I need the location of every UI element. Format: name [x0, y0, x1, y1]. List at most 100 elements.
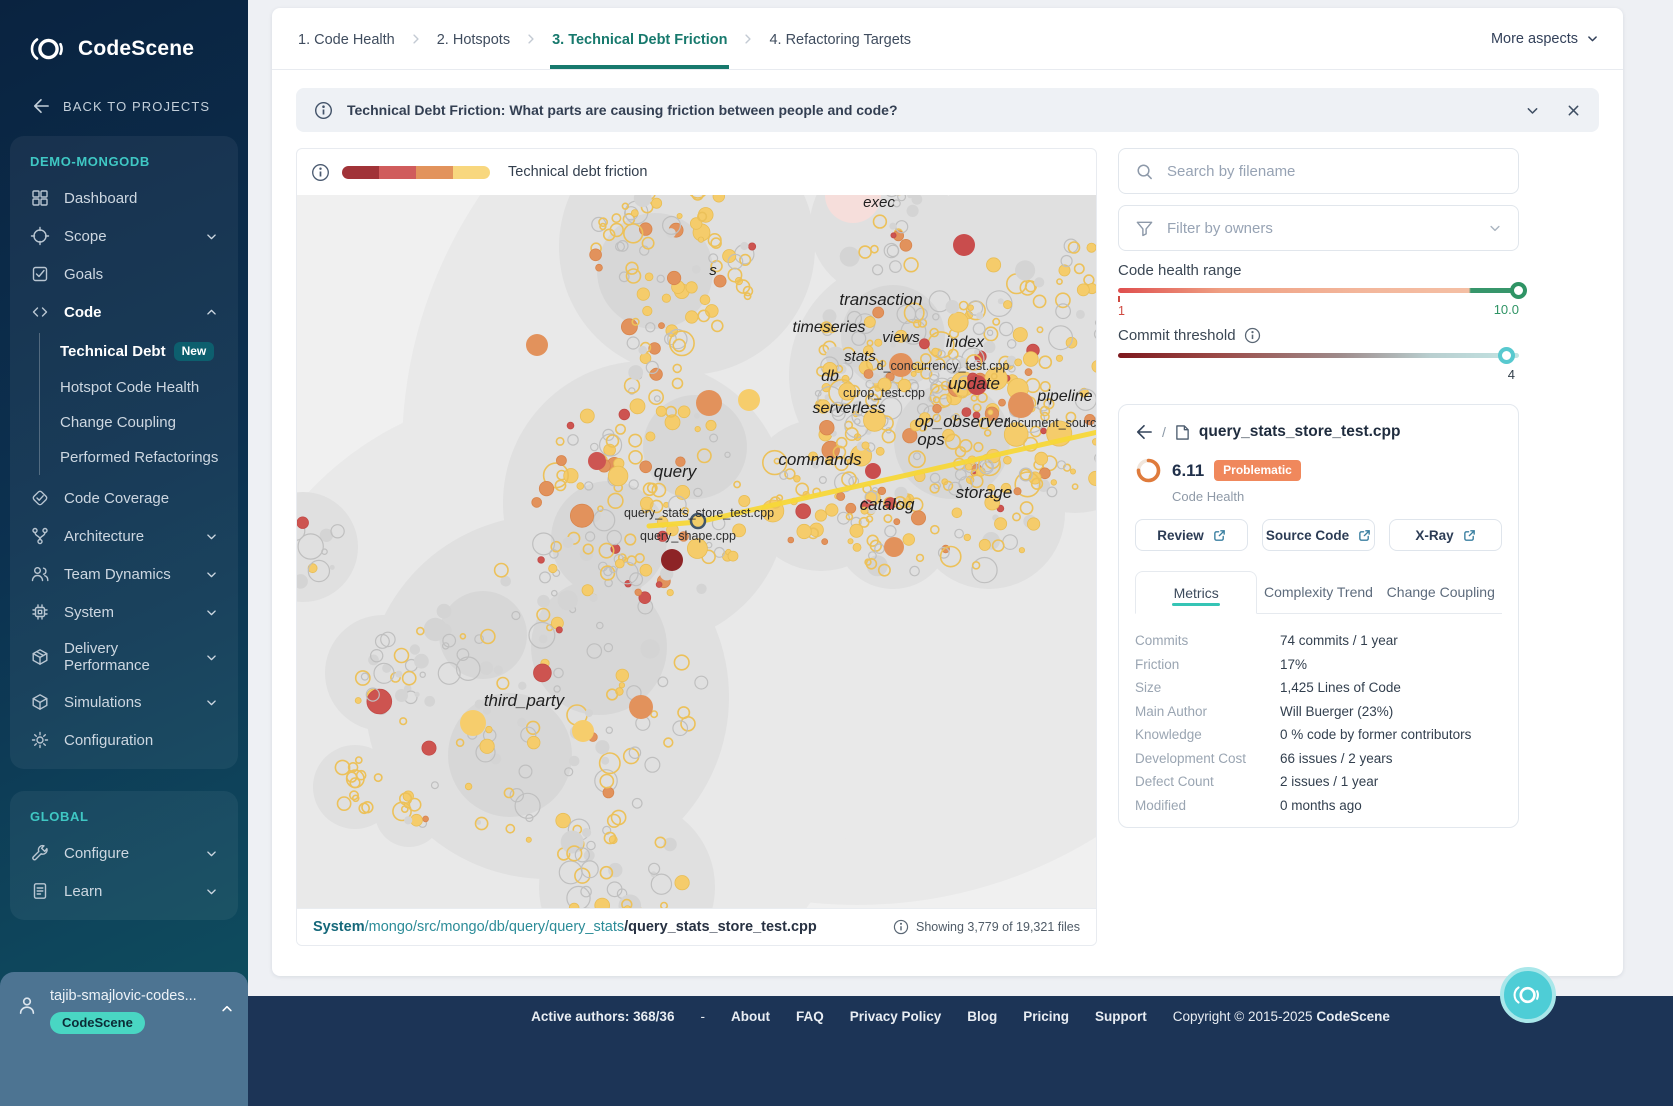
sidebar-item-team-dynamics[interactable]: Team Dynamics: [20, 555, 228, 593]
sidebar-subitem-change-coupling[interactable]: Change Coupling: [40, 405, 228, 440]
project-nav: DEMO-MONGODB DashboardScopeGoalsCodeTech…: [10, 136, 238, 769]
owner-filter-input[interactable]: [1167, 220, 1475, 237]
sidebar-item-label: Architecture: [64, 528, 144, 545]
metric-label: Development Cost: [1135, 751, 1280, 766]
info-banner: Technical Debt Friction: What parts are …: [296, 88, 1599, 132]
range-max-label: 10.0: [1118, 302, 1519, 317]
chevron-down-icon[interactable]: [205, 606, 218, 619]
sidebar-item-code-coverage[interactable]: Code Coverage: [20, 479, 228, 517]
sidebar-item-simulations[interactable]: Simulations: [20, 683, 228, 721]
svg-text:index: index: [946, 334, 985, 351]
sidebar-item-scope[interactable]: Scope: [20, 217, 228, 255]
coverage-icon: [30, 488, 50, 508]
code-health-range-slider[interactable]: 1: [1118, 288, 1519, 293]
search-input[interactable]: [1167, 163, 1502, 180]
sidebar-item-dashboard[interactable]: Dashboard: [20, 179, 228, 217]
button-label: X-Ray: [1415, 528, 1453, 543]
commit-threshold-slider[interactable]: [1118, 353, 1519, 358]
review-button[interactable]: Review: [1135, 519, 1248, 551]
back-to-projects-link[interactable]: BACK TO PROJECTS: [0, 64, 248, 114]
sidebar-item-label: Delivery Performance: [64, 640, 191, 674]
metric-label: Size: [1135, 680, 1280, 695]
metric-label: Main Author: [1135, 704, 1280, 719]
source-code-button[interactable]: Source Code: [1262, 519, 1375, 551]
sidebar-subitem-label: Performed Refactorings: [60, 449, 218, 466]
sidebar-item-goals[interactable]: Goals: [20, 255, 228, 293]
sidebar-subitem-technical-debt[interactable]: Technical DebtNew: [40, 333, 228, 370]
search-icon: [1135, 162, 1154, 181]
footer-link-privacy-policy[interactable]: Privacy Policy: [850, 1009, 942, 1024]
sidebar-subitem-performed-refactorings[interactable]: Performed Refactorings: [40, 440, 228, 475]
chevron-down-icon[interactable]: [205, 885, 218, 898]
chevron-down-icon[interactable]: [205, 651, 218, 664]
more-aspects-dropdown[interactable]: More aspects: [1491, 31, 1599, 47]
commit-threshold-handle[interactable]: [1498, 347, 1515, 364]
sidebar-item-configuration[interactable]: Configuration: [20, 721, 228, 759]
showing-info-icon: [893, 919, 909, 935]
path-system-link[interactable]: System: [313, 919, 365, 935]
footer-link-about[interactable]: About: [731, 1009, 770, 1024]
footer-link-blog[interactable]: Blog: [967, 1009, 997, 1024]
code-health-range-handle[interactable]: [1510, 282, 1527, 299]
sidebar-item-code[interactable]: Code: [20, 293, 228, 331]
sidebar-item-configure[interactable]: Configure: [20, 834, 228, 872]
svg-text:commands: commands: [778, 450, 862, 469]
codescene-logo-icon: [30, 34, 68, 64]
sidebar-item-architecture[interactable]: Architecture: [20, 517, 228, 555]
content-card: 1. Code Health 2. Hotspots 3. Technical De…: [272, 8, 1623, 976]
button-label: Review: [1157, 528, 1204, 543]
footer-separator: -: [700, 1009, 705, 1024]
sidebar-item-learn[interactable]: Learn: [20, 872, 228, 910]
banner-close-icon[interactable]: [1566, 103, 1581, 118]
step-tab-2[interactable]: 2. Hotspots: [435, 8, 512, 69]
friction-bubble-chart[interactable]: execstransactiontimeseriesviewsindexstat…: [297, 195, 1097, 908]
sidebar-item-label: Simulations: [64, 694, 142, 711]
metric-value: 2 issues / 1 year: [1280, 774, 1378, 789]
external-link-icon: [1463, 529, 1476, 542]
chevron-down-icon[interactable]: [205, 530, 218, 543]
step-tab-1[interactable]: 1. Code Health: [296, 8, 397, 69]
chat-widget-button[interactable]: [1500, 967, 1556, 1023]
metrics-table: Commits74 commits / 1 yearFriction17%Siz…: [1135, 629, 1502, 817]
user-card[interactable]: tajib-smajlovic-codes... CodeScene: [0, 972, 248, 1106]
x-ray-button[interactable]: X-Ray: [1389, 519, 1502, 551]
legend-segment: [379, 166, 416, 179]
chevron-down-icon[interactable]: [205, 696, 218, 709]
svg-text:db: db: [821, 368, 839, 385]
step-tab-4[interactable]: 4. Refactoring Targets: [767, 8, 913, 69]
tab-change-coupling[interactable]: Change Coupling: [1380, 571, 1502, 613]
svg-text:stats: stats: [844, 348, 876, 365]
back-arrow-icon[interactable]: [1135, 424, 1153, 440]
sidebar-item-delivery-performance[interactable]: Delivery Performance: [20, 631, 228, 683]
commit-threshold-info-icon[interactable]: [1244, 327, 1261, 344]
step-tab-3[interactable]: 3. Technical Debt Friction: [550, 8, 729, 69]
chart-info-icon[interactable]: [311, 163, 330, 182]
chevron-down-icon[interactable]: [205, 230, 218, 243]
footer-link-pricing[interactable]: Pricing: [1023, 1009, 1069, 1024]
chevron-down-icon[interactable]: [205, 847, 218, 860]
tab-metrics[interactable]: Metrics: [1135, 571, 1257, 614]
banner-collapse-icon[interactable]: [1525, 103, 1540, 118]
range-min-label: 1: [1118, 304, 1125, 318]
goals-icon: [30, 264, 50, 284]
chevron-up-icon[interactable]: [220, 1002, 234, 1106]
metric-row: Defect Count2 issues / 1 year: [1135, 770, 1502, 794]
footer-link-faq[interactable]: FAQ: [796, 1009, 824, 1024]
owner-filter[interactable]: [1118, 205, 1519, 251]
architecture-icon: [30, 526, 50, 546]
step-chevron-icon: [524, 32, 538, 46]
path-directory-link[interactable]: /mongo/src/mongo/db/query/query_stats: [365, 919, 625, 935]
chevron-down-icon[interactable]: [205, 568, 218, 581]
metric-label: Knowledge: [1135, 727, 1280, 742]
footer-link-support[interactable]: Support: [1095, 1009, 1147, 1024]
active-tab-indicator: [1172, 603, 1220, 606]
tab-label: Metrics: [1174, 585, 1219, 601]
svg-text:pipeline: pipeline: [1036, 388, 1092, 405]
svg-text:document_source_: document_source_: [1004, 416, 1097, 430]
metric-value: 0 % code by former contributors: [1280, 727, 1471, 742]
chevron-up-icon[interactable]: [205, 306, 218, 319]
filter-chevron-down-icon[interactable]: [1488, 221, 1502, 235]
tab-complexity-trend[interactable]: Complexity Trend: [1257, 571, 1379, 613]
sidebar-subitem-hotspot-code-health[interactable]: Hotspot Code Health: [40, 370, 228, 405]
sidebar-item-system[interactable]: System: [20, 593, 228, 631]
